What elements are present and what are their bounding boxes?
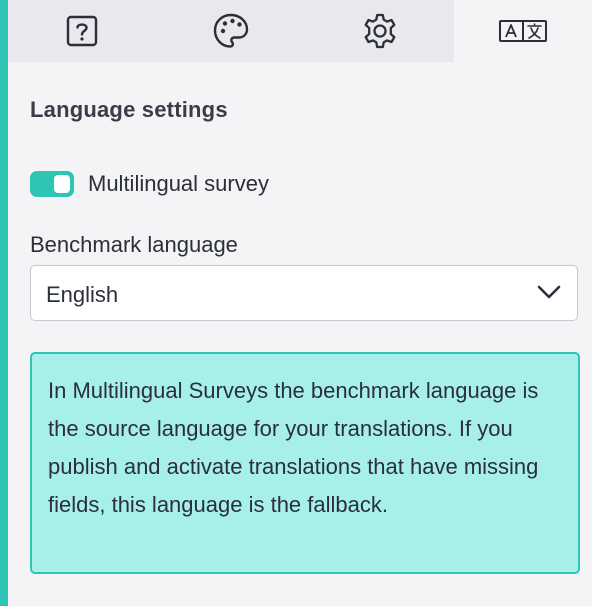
panel-tab-bar <box>8 0 592 62</box>
benchmark-info-box: In Multilingual Surveys the benchmark la… <box>30 352 580 574</box>
gear-icon <box>361 12 399 50</box>
benchmark-language-select[interactable]: English <box>30 265 578 321</box>
multilingual-toggle-row: Multilingual survey <box>30 168 269 200</box>
tab-help[interactable] <box>8 0 156 62</box>
benchmark-info-text: In Multilingual Surveys the benchmark la… <box>48 378 539 517</box>
tab-settings[interactable] <box>305 0 454 62</box>
accent-strip <box>0 0 8 606</box>
benchmark-language-label: Benchmark language <box>30 232 238 257</box>
toggle-knob <box>54 175 70 193</box>
multilingual-toggle[interactable] <box>30 171 74 197</box>
multilingual-toggle-label: Multilingual survey <box>88 171 269 196</box>
tab-translation[interactable] <box>454 0 592 62</box>
chevron-down-icon <box>537 284 561 305</box>
tab-theme[interactable] <box>156 0 305 62</box>
benchmark-language-value: English <box>46 282 119 307</box>
section-title: Language settings <box>30 97 228 122</box>
palette-icon <box>212 12 250 50</box>
translate-icon <box>499 19 547 43</box>
help-icon <box>65 14 99 48</box>
survey-editor-panel: Language settings Multilingual survey Be… <box>0 0 592 606</box>
